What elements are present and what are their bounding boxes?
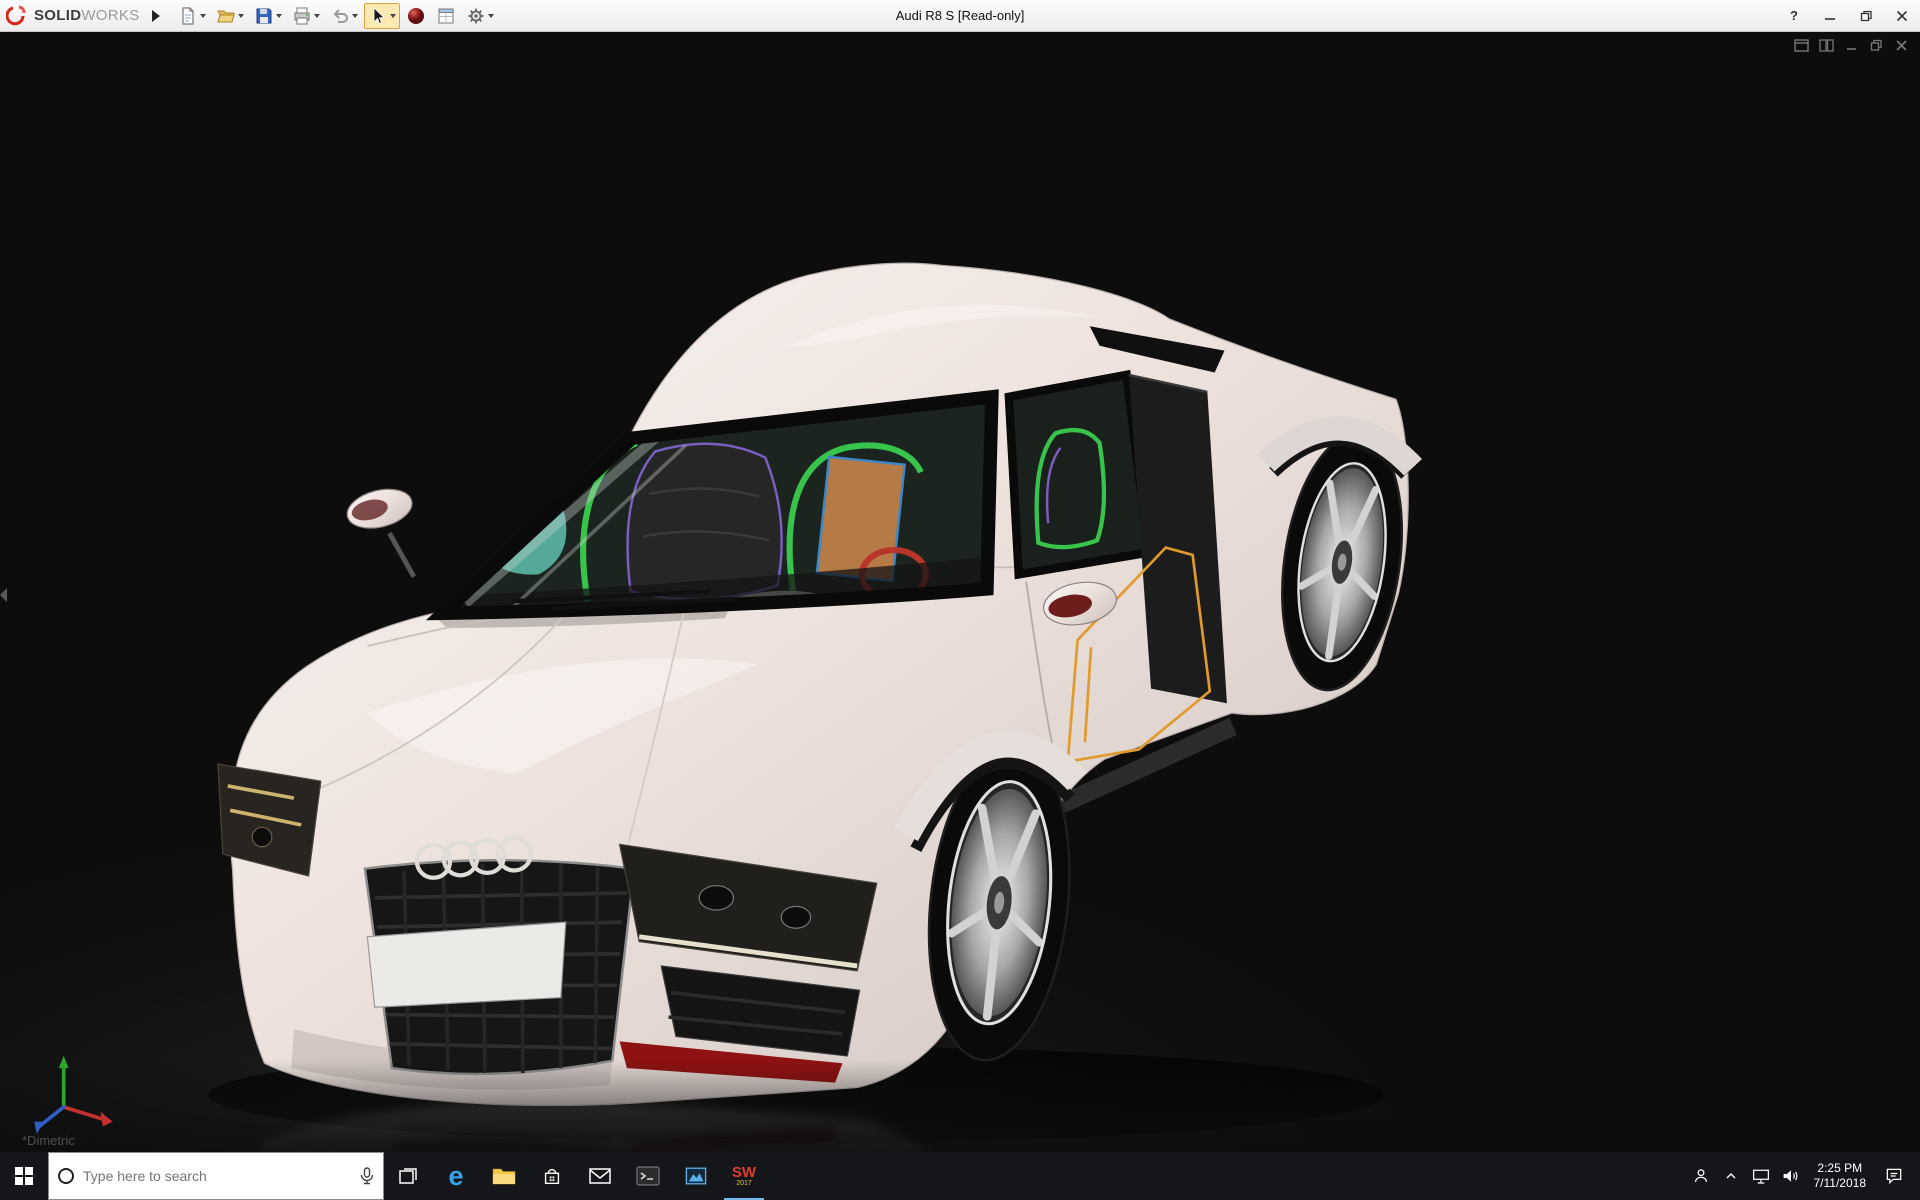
print-button[interactable] bbox=[288, 3, 324, 29]
dropdown-caret-icon[interactable] bbox=[199, 13, 206, 18]
console-button[interactable] bbox=[624, 1152, 672, 1200]
file-explorer-icon bbox=[492, 1168, 516, 1185]
task-pane-icon bbox=[438, 8, 454, 23]
file-explorer-button[interactable] bbox=[480, 1152, 528, 1200]
people-button[interactable] bbox=[1686, 1166, 1716, 1186]
panel-flyout-arrow-icon[interactable] bbox=[0, 588, 7, 602]
search-input[interactable] bbox=[83, 1168, 351, 1184]
document-window-controls bbox=[1793, 38, 1910, 53]
dropdown-caret-icon[interactable] bbox=[389, 13, 396, 18]
front-grille bbox=[363, 858, 636, 1076]
chevron-up-icon bbox=[1726, 1173, 1735, 1179]
network-button[interactable] bbox=[1746, 1167, 1776, 1185]
network-icon bbox=[1752, 1169, 1769, 1184]
microphone-icon[interactable] bbox=[359, 1167, 375, 1185]
dropdown-caret-icon[interactable] bbox=[351, 13, 358, 18]
photos-button[interactable] bbox=[672, 1152, 720, 1200]
store-button[interactable] bbox=[528, 1152, 576, 1200]
taskbar-clock[interactable]: 2:25 PM 7/11/2018 bbox=[1806, 1161, 1875, 1191]
save-button[interactable] bbox=[250, 3, 286, 29]
restore-icon bbox=[1860, 10, 1872, 21]
console-icon bbox=[636, 1166, 660, 1186]
windows-logo-icon bbox=[15, 1167, 33, 1185]
store-icon bbox=[544, 1168, 560, 1185]
orientation-label: *Dimetric bbox=[22, 1133, 75, 1148]
system-tray: 2:25 PM 7/11/2018 bbox=[1686, 1152, 1920, 1200]
doc-minimize-button[interactable] bbox=[1843, 38, 1860, 53]
cortana-icon bbox=[58, 1168, 74, 1184]
doc-restore-button[interactable] bbox=[1868, 38, 1885, 53]
solidworks-logo: SOLIDWORKS bbox=[0, 0, 148, 31]
action-center-icon bbox=[1886, 1168, 1902, 1185]
solidworks-app-year: 2017 bbox=[736, 1179, 752, 1187]
tray-expand-button[interactable] bbox=[1716, 1168, 1746, 1184]
volume-icon bbox=[1783, 1170, 1797, 1182]
solidworks-app-icon: SW bbox=[731, 1163, 757, 1181]
logo-text: SOLIDWORKS bbox=[34, 7, 140, 24]
dropdown-caret-icon[interactable] bbox=[487, 13, 494, 18]
select-cursor-icon bbox=[373, 6, 385, 24]
close-icon bbox=[1896, 10, 1908, 21]
task-view-icon bbox=[399, 1168, 417, 1184]
edge-icon: e bbox=[448, 1161, 464, 1191]
undo-arrow-icon bbox=[333, 8, 348, 23]
open-button[interactable] bbox=[212, 3, 248, 29]
doc-close-button[interactable] bbox=[1893, 38, 1910, 53]
action-center-button[interactable] bbox=[1874, 1166, 1914, 1186]
edge-button[interactable]: e bbox=[432, 1152, 480, 1200]
windows-taskbar: e SW 2017 bbox=[0, 1152, 1920, 1200]
taskbar-search[interactable] bbox=[48, 1152, 384, 1200]
window-controls: ? bbox=[1776, 0, 1920, 31]
titlebar: SOLIDWORKS Audi R8 S [Read-only] ? bbox=[0, 0, 1920, 32]
save-floppy-icon bbox=[256, 8, 272, 23]
new-document-button[interactable] bbox=[174, 3, 210, 29]
menu-expand-arrow-icon[interactable] bbox=[151, 9, 160, 22]
new-window-button[interactable] bbox=[1793, 38, 1810, 53]
solidworks-taskbar-button[interactable]: SW 2017 bbox=[720, 1152, 768, 1200]
mail-button[interactable] bbox=[576, 1152, 624, 1200]
people-icon bbox=[1694, 1169, 1707, 1182]
dassault-logo-icon bbox=[6, 5, 26, 25]
task-view-button[interactable] bbox=[384, 1152, 432, 1200]
options-gear-icon bbox=[468, 8, 484, 23]
minimize-icon bbox=[1825, 17, 1835, 20]
graphics-viewport[interactable]: *Dimetric bbox=[0, 32, 1920, 1152]
photos-icon bbox=[685, 1167, 707, 1185]
print-icon bbox=[294, 7, 310, 24]
start-button[interactable] bbox=[0, 1152, 48, 1200]
clock-date: 7/11/2018 bbox=[1813, 1176, 1867, 1190]
window-title: Audi R8 S [Read-only] bbox=[895, 8, 1025, 23]
tile-windows-button[interactable] bbox=[1818, 38, 1835, 53]
dropdown-caret-icon[interactable] bbox=[313, 13, 320, 18]
car-3d-scene bbox=[0, 32, 1920, 1152]
new-document-icon bbox=[181, 6, 194, 25]
license-plate bbox=[366, 921, 567, 1008]
appearance-button[interactable] bbox=[402, 3, 430, 29]
quick-toolbar bbox=[174, 2, 498, 29]
task-pane-button[interactable] bbox=[432, 3, 460, 29]
open-folder-icon bbox=[216, 10, 235, 22]
help-button[interactable]: ? bbox=[1776, 0, 1812, 31]
select-tool-button[interactable] bbox=[363, 2, 400, 29]
clock-time: 2:25 PM bbox=[1817, 1161, 1863, 1175]
options-button[interactable] bbox=[462, 3, 498, 29]
dropdown-caret-icon[interactable] bbox=[275, 13, 282, 18]
undo-button[interactable] bbox=[326, 3, 362, 29]
dropdown-caret-icon[interactable] bbox=[237, 13, 244, 18]
mail-icon bbox=[589, 1168, 611, 1184]
minimize-button[interactable] bbox=[1812, 0, 1848, 31]
close-button[interactable] bbox=[1884, 0, 1920, 31]
appearance-sphere-icon bbox=[407, 7, 424, 24]
maximize-button[interactable] bbox=[1848, 0, 1884, 31]
volume-button[interactable] bbox=[1776, 1167, 1806, 1185]
